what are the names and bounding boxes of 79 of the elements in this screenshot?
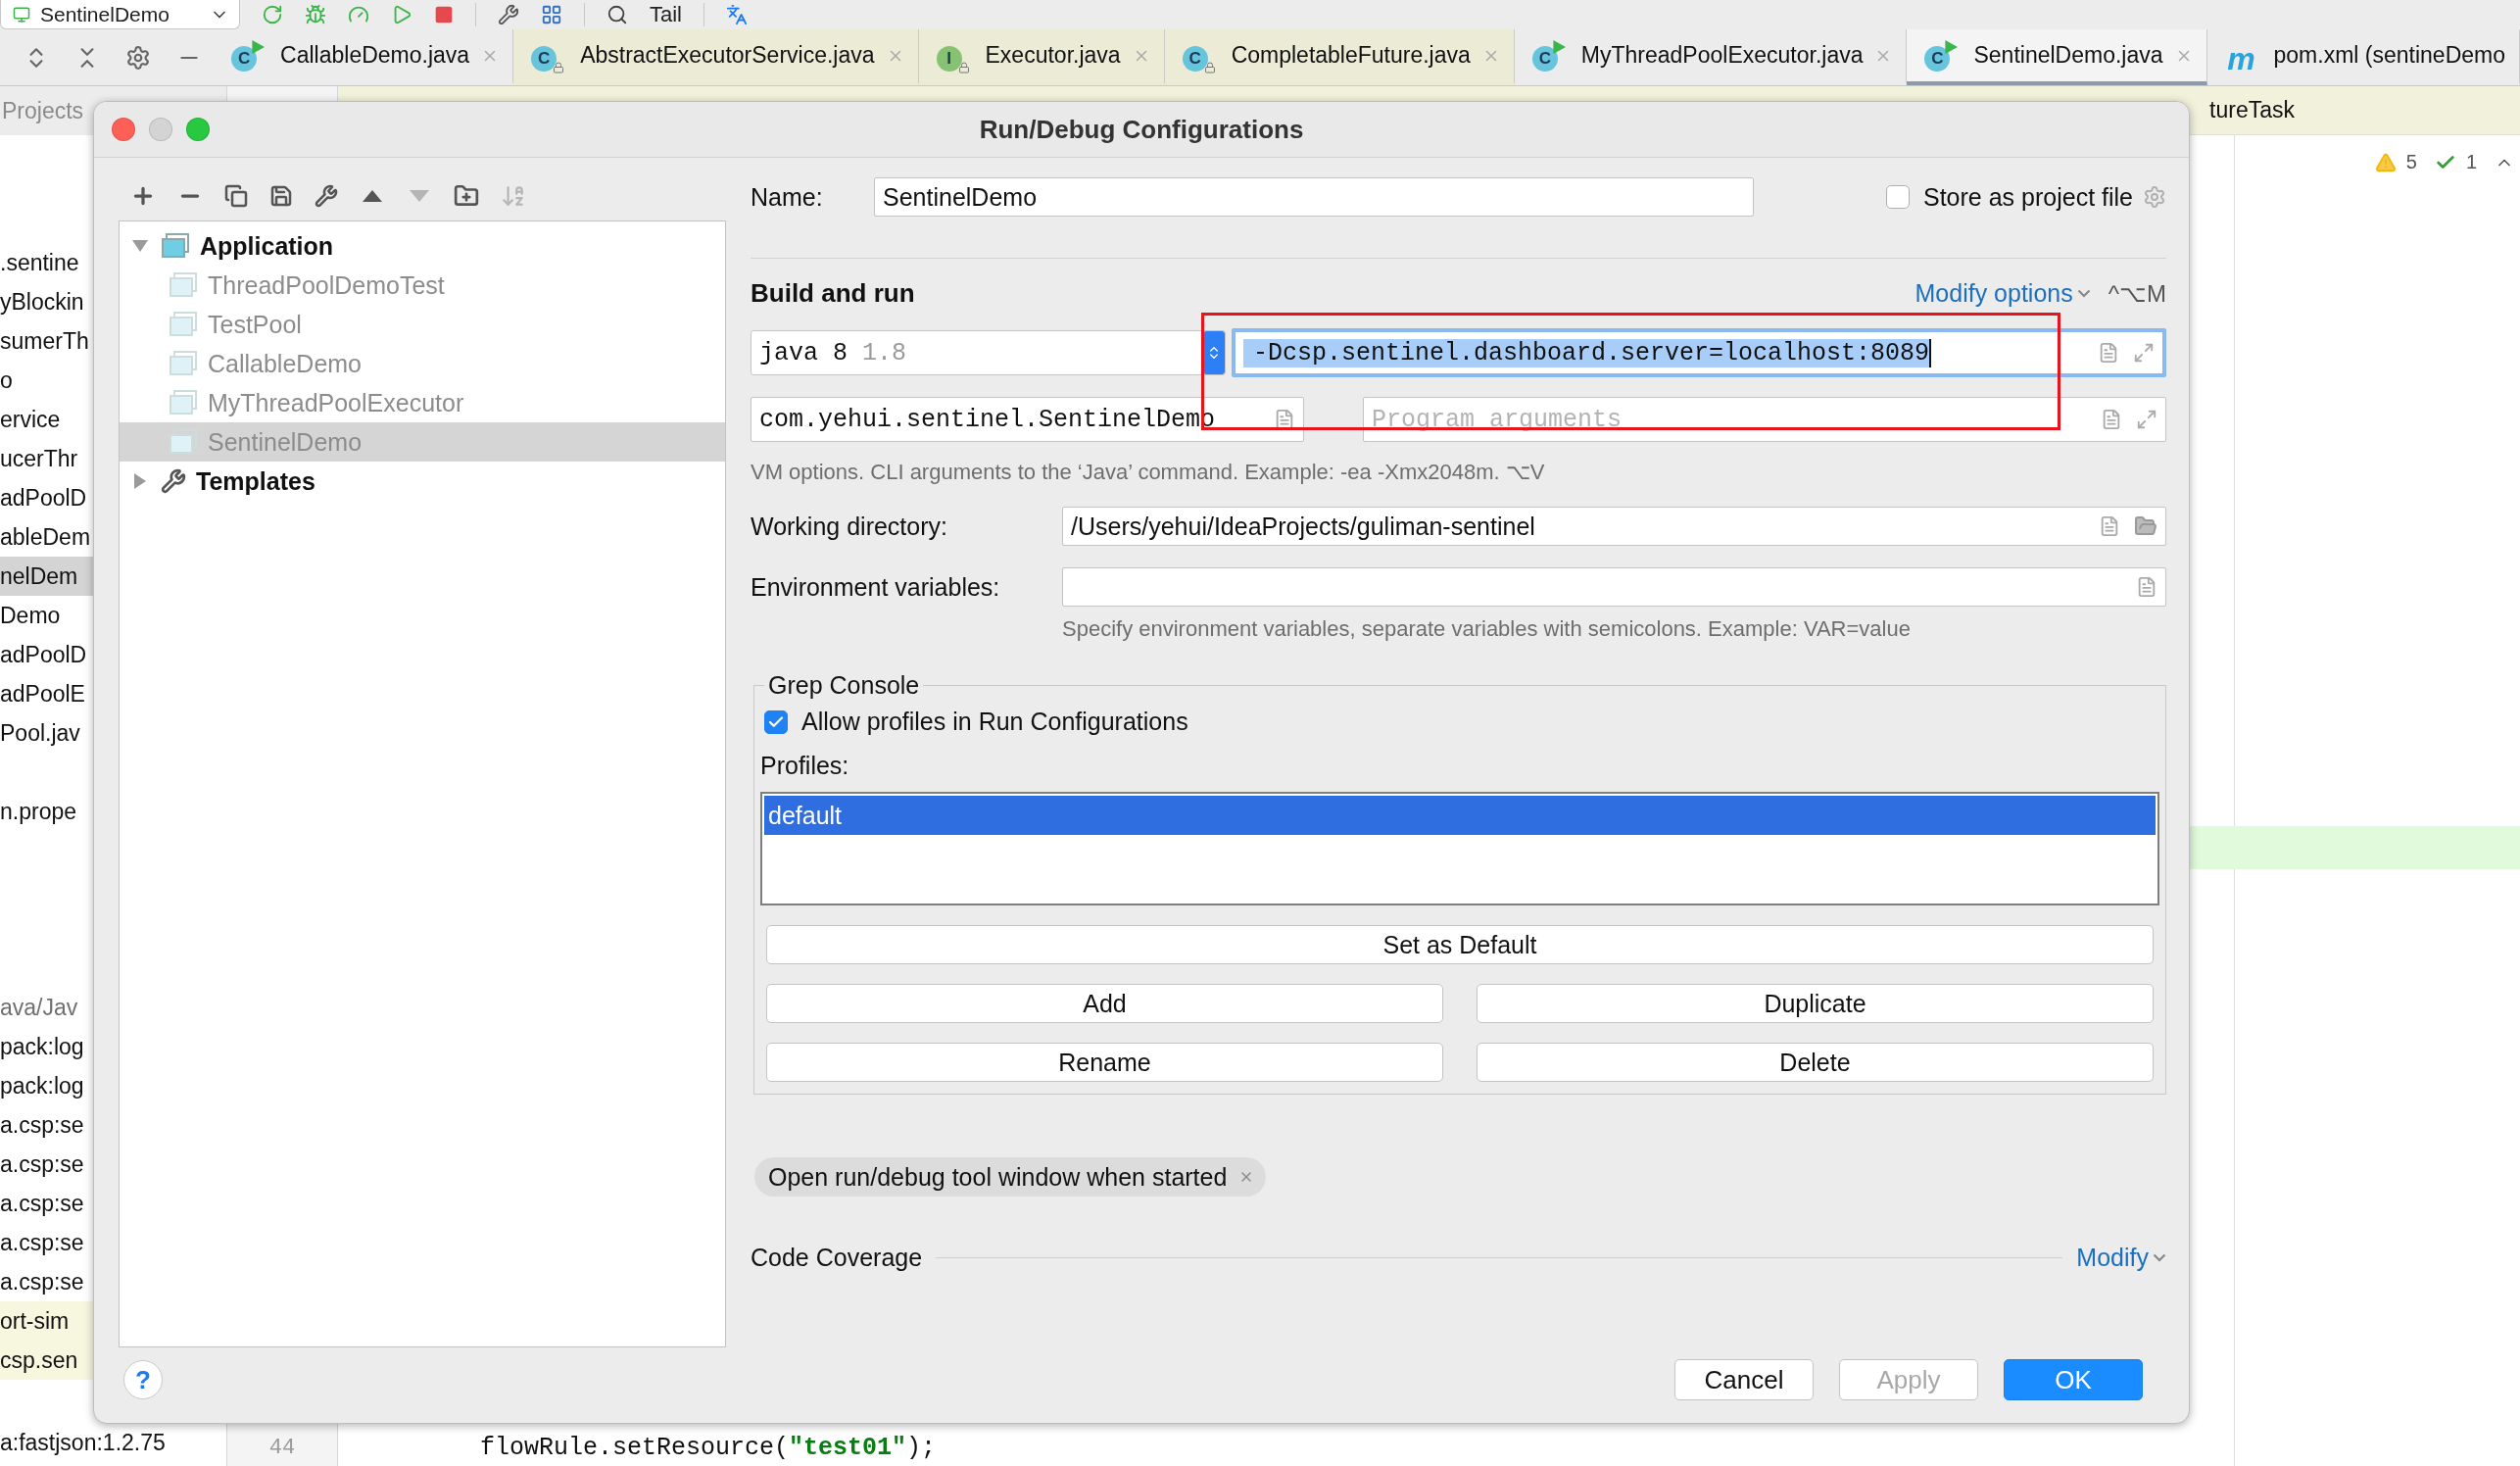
copy-icon[interactable] <box>224 184 248 208</box>
modify-options-link[interactable]: Modify options <box>1914 279 2091 308</box>
window-icon <box>161 233 190 259</box>
wrench-icon[interactable] <box>315 184 338 208</box>
field-label: Name: <box>751 182 824 212</box>
minimize-window-button[interactable] <box>149 118 172 141</box>
translate-icon[interactable] <box>726 4 748 25</box>
line-number: 44 <box>268 1436 296 1460</box>
project-item[interactable]: a:fastjson:1.2.75 <box>0 1423 226 1462</box>
editor-tab[interactable]: C CompletableFuture.java <box>1164 29 1515 85</box>
chevron-down-icon <box>2153 1253 2166 1262</box>
wrench-icon <box>161 468 186 494</box>
checkbox[interactable] <box>764 709 788 734</box>
editor-tab[interactable]: C AbstractExecutorService.java <box>513 29 919 85</box>
section-title: Build and run <box>751 278 916 309</box>
maven-file-icon: m <box>2224 37 2262 73</box>
warning-count: 5 <box>2405 151 2417 173</box>
zoom-window-button[interactable] <box>186 118 210 141</box>
document-icon[interactable] <box>2101 409 2122 430</box>
set-default-button[interactable]: Set as Default <box>766 925 2154 964</box>
editor-tab[interactable]: I Executor.java <box>918 29 1165 85</box>
list-item[interactable]: default <box>764 796 2156 835</box>
folder-icon[interactable] <box>2134 514 2157 538</box>
hint-text: Specify environment variables, separate variables with semicolons. Example: VAR=value <box>1062 616 1911 642</box>
section-title: Code Coverage <box>751 1244 923 1272</box>
search-icon[interactable] <box>606 4 628 25</box>
field-label: Working directory: <box>751 512 948 541</box>
expand-icon[interactable] <box>2136 409 2157 430</box>
group-title: Grep Console <box>767 671 921 700</box>
delete-button[interactable]: Delete <box>1477 1043 2154 1082</box>
working-directory-field[interactable]: /Users/yehui/IdeaProjects/guliman-sentinel <box>1062 507 2166 546</box>
save-icon[interactable] <box>269 184 293 208</box>
document-icon[interactable] <box>2098 342 2119 364</box>
tree-item[interactable]: Templates <box>120 462 725 501</box>
dialog-title: Run/Debug Configurations <box>979 114 1304 145</box>
duplicate-button[interactable]: Duplicate <box>1477 984 2154 1023</box>
window-icon <box>169 390 198 415</box>
field-label: Profiles: <box>760 752 849 780</box>
field-label: Environment variables: <box>751 572 1001 602</box>
tree-item[interactable]: Application <box>120 226 725 266</box>
folder-add-icon[interactable] <box>454 183 479 209</box>
window-icon <box>169 429 198 455</box>
checkbox[interactable] <box>1886 185 1910 209</box>
chevron-down-icon <box>2076 289 2091 298</box>
shortcut-hint: ^⌥M <box>2108 279 2166 308</box>
checkbox-label: Store as project file <box>1923 182 2133 212</box>
settings-icon[interactable] <box>125 44 151 71</box>
window-icon <box>169 351 198 376</box>
debug-icon[interactable] <box>305 4 326 25</box>
document-icon[interactable] <box>2099 515 2120 537</box>
help-button[interactable]: ? <box>123 1360 163 1399</box>
tail-label[interactable]: Tail <box>650 2 682 27</box>
document-icon[interactable] <box>2136 576 2157 598</box>
warning-icon[interactable] <box>2374 151 2397 173</box>
option-tag[interactable]: Open run/debug tool window when started <box>754 1157 1267 1197</box>
modify-link[interactable]: Modify <box>2076 1244 2166 1272</box>
window-icon <box>169 272 198 298</box>
jre-dropdown[interactable]: java 8 1.8 <box>751 330 1226 375</box>
environment-variables-field[interactable] <box>1062 567 2166 607</box>
window-icon <box>169 312 198 337</box>
editor-tab[interactable]: C SentinelDemo.java <box>1907 29 2207 85</box>
add-button[interactable]: Add <box>766 984 1443 1023</box>
stop-icon[interactable] <box>434 5 454 24</box>
run-configuration-dropdown[interactable]: SentinelDemo <box>0 0 240 29</box>
expand-icon[interactable] <box>2133 342 2155 364</box>
wrench-icon[interactable] <box>498 4 519 25</box>
document-icon[interactable] <box>1274 409 1295 430</box>
checkbox-label: Allow profiles in Run Configurations <box>801 708 1188 736</box>
cancel-button[interactable]: Cancel <box>1674 1359 1814 1400</box>
breadcrumb[interactable]: tureTask <box>2209 97 2295 123</box>
check-count: 1 <box>2465 151 2477 173</box>
close-window-button[interactable] <box>112 118 135 141</box>
vm-options-field[interactable]: -Dcsp.sentinel.dashboard.server=localhost:8089 <box>1232 328 2166 377</box>
name-field[interactable]: SentinelDemo <box>874 177 1754 217</box>
layout-icon[interactable] <box>541 4 562 25</box>
rerun-icon[interactable] <box>262 4 283 25</box>
hint-text: VM options. CLI arguments to the ‘Java’ command. Example: -ea -Xmx2048m. ⌥V <box>751 460 1545 485</box>
code-line: flowRule.setResource("test01"); <box>480 1434 937 1462</box>
rename-button[interactable]: Rename <box>766 1043 1443 1082</box>
